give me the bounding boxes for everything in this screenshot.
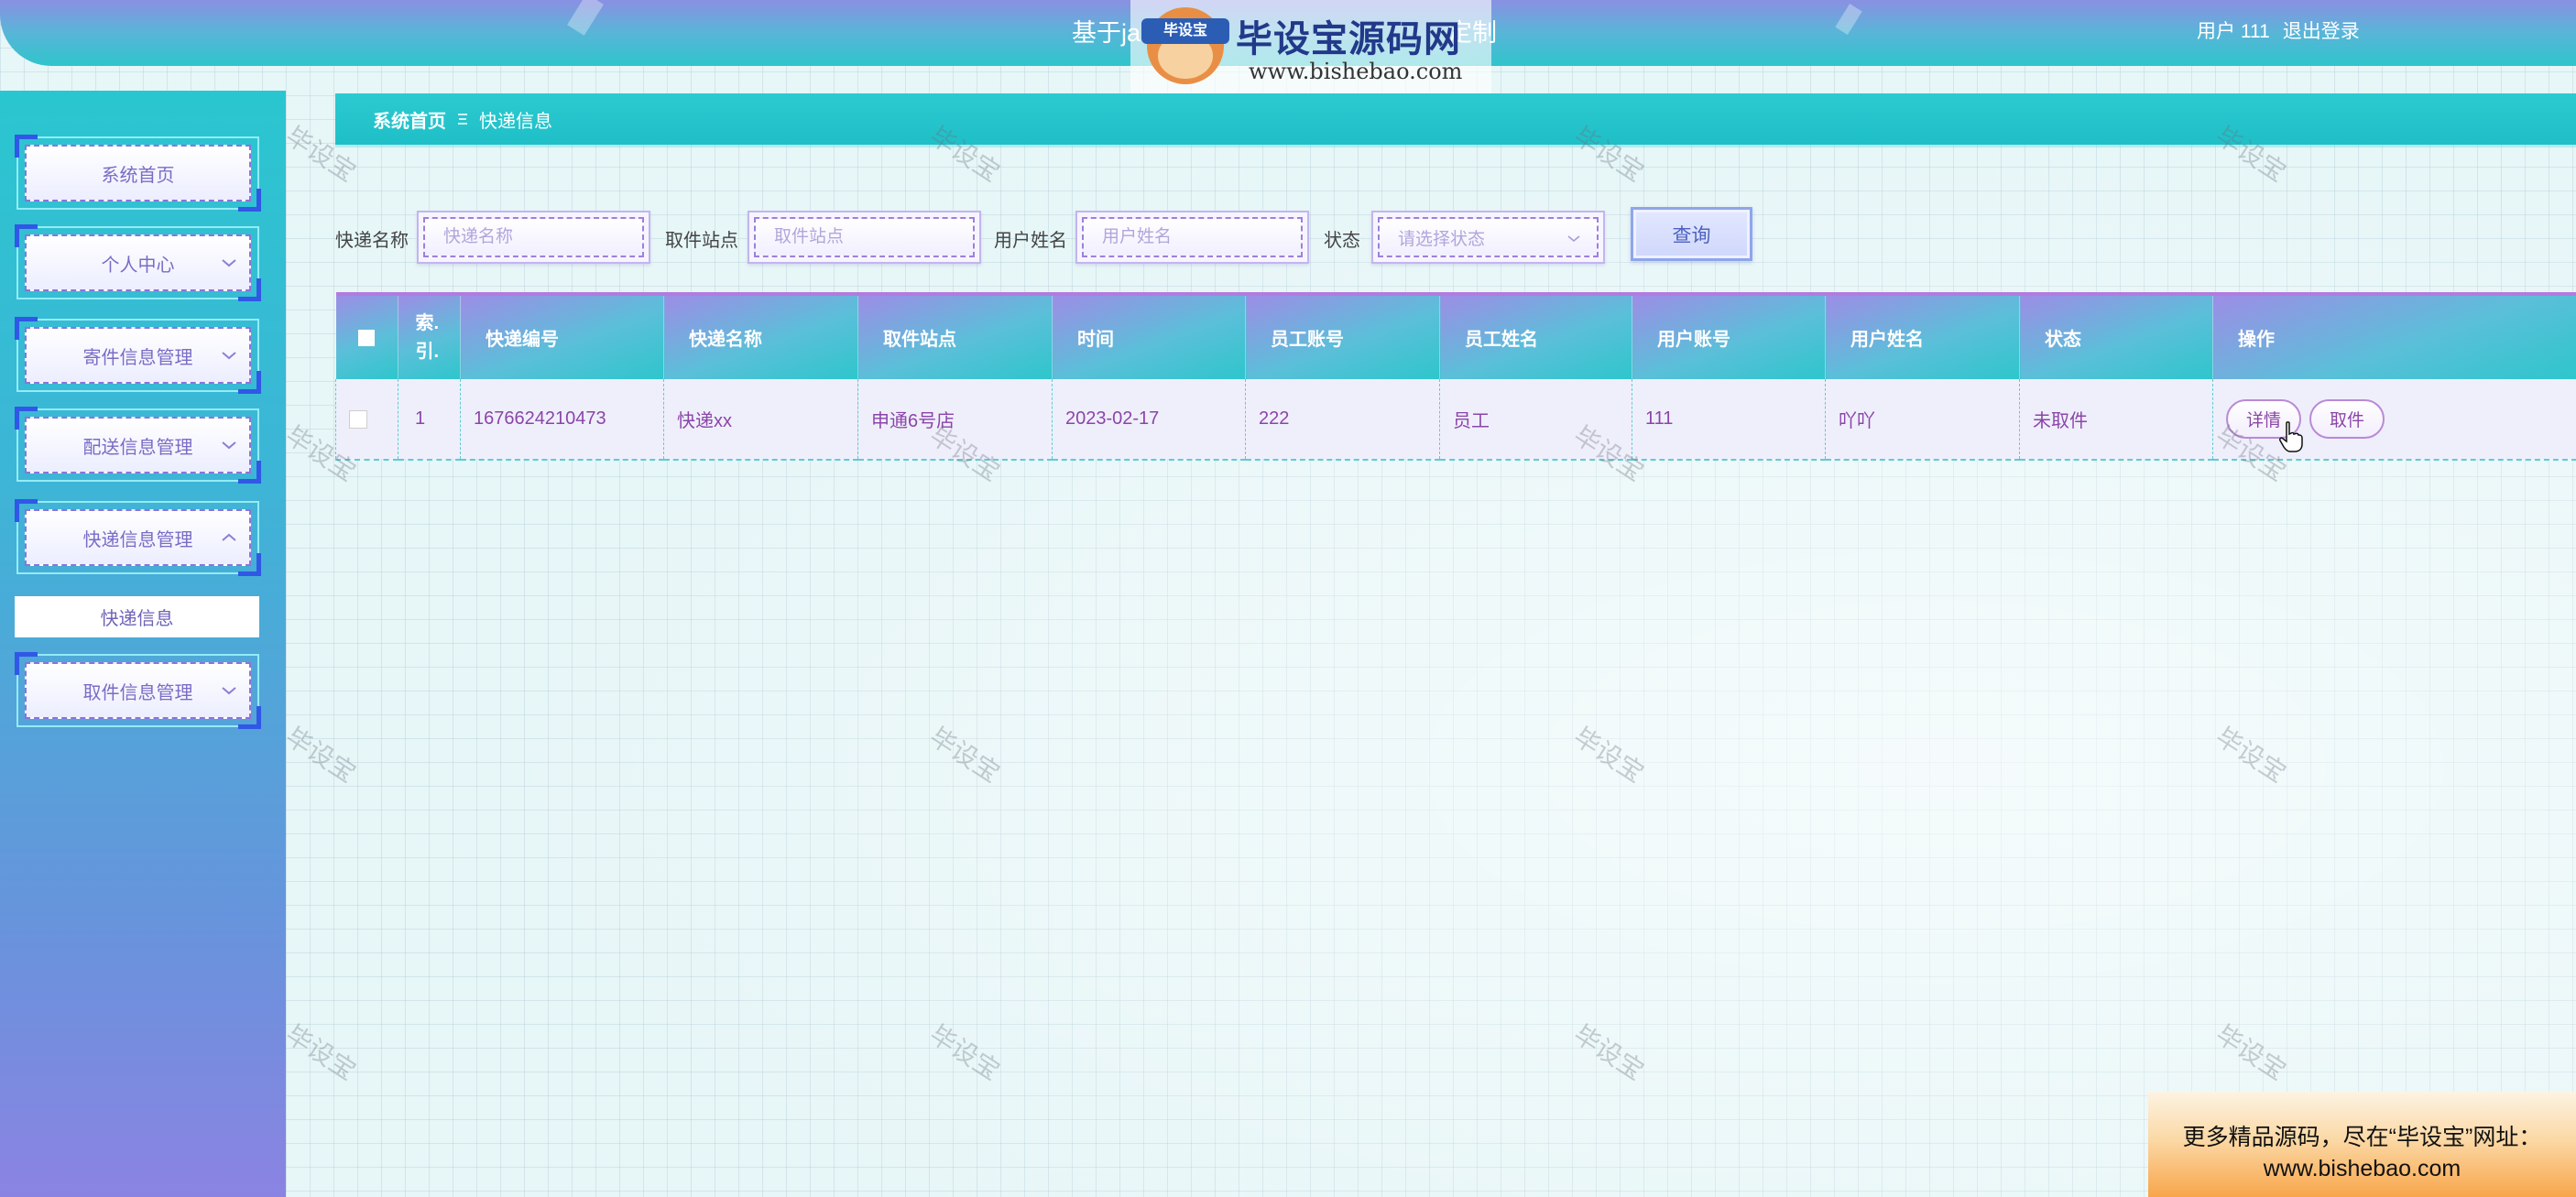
current-user-label: 用户 111 <box>2197 21 2270 42</box>
header-decoration <box>1835 4 1862 35</box>
breadcrumb-home[interactable]: 系统首页 <box>373 106 446 133</box>
sidebar-item-delivery-management[interactable]: 配送信息管理 <box>15 407 261 484</box>
table-header-row: 索.引. 快递编号 快递名称 取件站点 时间 员工账号 员工姓名 用户账号 用户… <box>335 292 2576 379</box>
cell-express-name: 快递xx <box>663 379 858 461</box>
chevron-down-icon <box>222 687 236 695</box>
menu-lines-icon <box>458 114 467 125</box>
column-header-user-name[interactable]: 用户姓名 <box>1825 292 2020 379</box>
column-header-time[interactable]: 时间 <box>1052 292 1246 379</box>
chevron-down-icon <box>222 259 236 267</box>
column-header-staff-name[interactable]: 员工姓名 <box>1439 292 1632 379</box>
pickup-station-field <box>748 211 981 264</box>
pickup-button[interactable]: 取件 <box>2309 399 2385 439</box>
query-button[interactable]: 查询 <box>1631 207 1752 261</box>
logo-name: 毕设宝源码网 <box>1236 19 1461 60</box>
sidebar-item-label: 个人中心 <box>101 255 175 276</box>
user-name-label: 用户姓名 <box>994 231 1067 251</box>
pickup-station-input[interactable] <box>754 217 975 257</box>
cell-actions: 详情 取件 <box>2212 379 2576 461</box>
cell-user-account: 111 <box>1632 379 1826 461</box>
sidebar-item-personal-center[interactable]: 个人中心 <box>15 224 261 301</box>
cell-select <box>335 379 398 461</box>
column-header-index-label: 索.引. <box>415 312 440 362</box>
cell-staff-account: 222 <box>1245 379 1440 461</box>
site-logo-watermark: 毕设宝 毕设宝源码网 www.bishebao.com <box>1130 0 1491 93</box>
cell-user-name: 吖吖 <box>1825 379 2020 461</box>
status-label: 状态 <box>1324 231 1360 251</box>
status-select[interactable]: 请选择状态 <box>1378 217 1599 257</box>
breadcrumb-current: 快递信息 <box>479 111 552 132</box>
express-name-field <box>417 211 650 264</box>
table-row: 1 1676624210473 快递xx 申通6号店 2023-02-17 22… <box>335 379 2576 461</box>
column-header-staff-account[interactable]: 员工账号 <box>1245 292 1440 379</box>
cell-time: 2023-02-17 <box>1052 379 1246 461</box>
chevron-down-icon <box>222 352 236 360</box>
sidebar: 系统首页 个人中心 寄件信息管理 配送信息管理 快递信息管理 快递信息 取件信息… <box>0 91 286 1197</box>
sidebar-item-label: 取件信息管理 <box>82 682 193 703</box>
sidebar-item-label: 快递信息管理 <box>82 529 193 550</box>
sidebar-item-label: 系统首页 <box>101 165 175 186</box>
breadcrumb: 系统首页 快递信息 <box>335 93 2576 145</box>
cell-staff-name: 员工 <box>1439 379 1632 461</box>
column-header-status[interactable]: 状态 <box>2019 292 2213 379</box>
sidebar-item-home[interactable]: 系统首页 <box>15 135 261 212</box>
user-name-field <box>1075 211 1309 264</box>
promo-banner[interactable]: 更多精品源码，尽在“毕设宝”网址： www.bishebao.com <box>2148 1092 2576 1197</box>
column-header-actions: 操作 <box>2212 292 2576 379</box>
cell-express-number: 1676624210473 <box>460 379 664 461</box>
column-header-express-name[interactable]: 快递名称 <box>663 292 858 379</box>
promo-text: 更多精品源码，尽在“毕设宝”网址： <box>2182 1125 2542 1150</box>
express-table: 索.引. 快递编号 快递名称 取件站点 时间 员工账号 员工姓名 用户账号 用户… <box>335 292 2576 461</box>
hand-pointer-cursor-icon <box>2279 421 2303 452</box>
chevron-down-icon <box>222 441 236 450</box>
row-checkbox[interactable] <box>349 409 367 429</box>
sidebar-item-pickup-management[interactable]: 取件信息管理 <box>15 652 261 729</box>
app-root: 基于ja 定制 用户 111 退出登录 毕设宝 毕设宝源码网 www.bishe… <box>0 0 2576 1197</box>
select-all-checkbox[interactable] <box>358 329 376 346</box>
cell-index: 1 <box>398 379 461 461</box>
chevron-down-icon <box>1567 235 1580 243</box>
logo-badge: 毕设宝 <box>1141 18 1229 44</box>
sidebar-subitem-label: 快递信息 <box>100 609 174 629</box>
cell-pickup-station: 申通6号店 <box>857 379 1053 461</box>
column-header-pickup-station[interactable]: 取件站点 <box>857 292 1053 379</box>
header-decoration <box>567 0 604 36</box>
express-name-input[interactable] <box>423 217 644 257</box>
status-select-placeholder: 请选择状态 <box>1398 229 1486 249</box>
column-header-index: 索.引. <box>398 292 461 379</box>
column-header-user-account[interactable]: 用户账号 <box>1632 292 1826 379</box>
status-select-wrap: 请选择状态 <box>1371 211 1605 264</box>
user-area: 用户 111 退出登录 <box>2197 16 2360 44</box>
select-all-header <box>335 292 398 379</box>
sidebar-item-send-management[interactable]: 寄件信息管理 <box>15 317 261 394</box>
sidebar-item-label: 寄件信息管理 <box>82 347 193 368</box>
sidebar-item-express-management[interactable]: 快递信息管理 <box>15 499 261 576</box>
sidebar-subitem-express-info[interactable]: 快递信息 <box>15 596 259 637</box>
mascot-logo-icon: 毕设宝 <box>1140 5 1231 88</box>
pickup-station-label: 取件站点 <box>665 231 738 251</box>
column-header-express-number[interactable]: 快递编号 <box>460 292 664 379</box>
logo-url: www.bishebao.com <box>1249 59 1463 84</box>
promo-url: www.bishebao.com <box>2263 1156 2461 1181</box>
cell-status: 未取件 <box>2019 379 2213 461</box>
express-name-label: 快递名称 <box>335 231 409 251</box>
chevron-up-icon <box>222 533 236 541</box>
logout-link[interactable]: 退出登录 <box>2283 16 2360 44</box>
sidebar-item-label: 配送信息管理 <box>82 437 193 458</box>
user-name-input[interactable] <box>1082 217 1303 257</box>
